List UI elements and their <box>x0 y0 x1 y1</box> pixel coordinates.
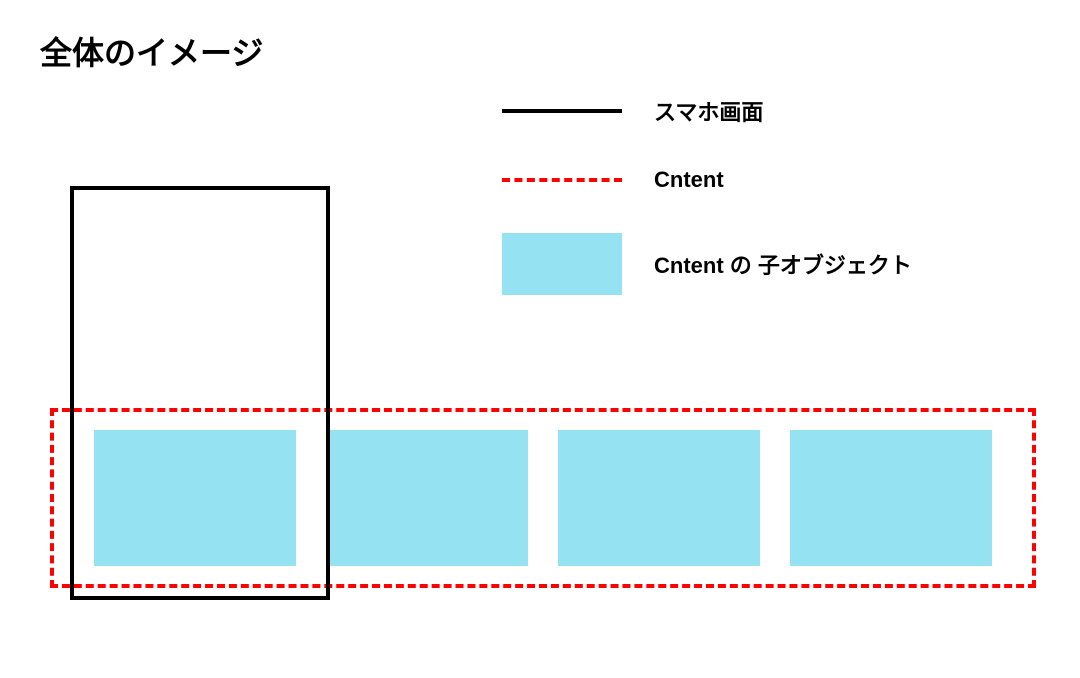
legend-label: スマホ画面 <box>654 95 763 127</box>
diagram-area <box>50 186 1040 616</box>
legend-item-phone-screen: スマホ画面 <box>502 95 912 127</box>
phone-screen-rect <box>70 186 330 600</box>
child-object <box>326 430 528 566</box>
child-object <box>558 430 760 566</box>
diagram-title: 全体のイメージ <box>40 28 263 74</box>
legend-swatch-solid-line <box>502 109 622 113</box>
child-object <box>790 430 992 566</box>
legend-swatch-dashed-line <box>502 178 622 182</box>
